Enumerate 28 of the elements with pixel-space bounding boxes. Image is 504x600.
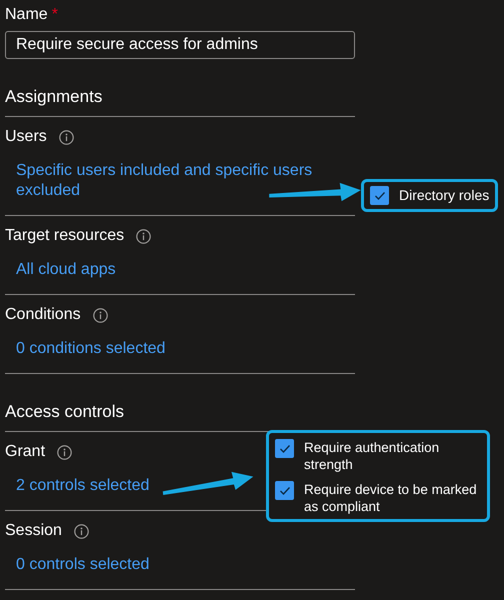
info-icon[interactable] bbox=[74, 524, 89, 538]
field-label: Name bbox=[5, 6, 48, 24]
checkbox-label: Directory roles bbox=[399, 186, 490, 205]
setting-label: Grant bbox=[5, 443, 46, 461]
setting-value-link[interactable]: All cloud apps bbox=[16, 260, 116, 280]
setting-value-link[interactable]: Specific users included and specific users excluded bbox=[16, 161, 326, 201]
setting-label: Users bbox=[5, 128, 47, 146]
checkbox-label: Require device to be marked as compliant bbox=[304, 481, 478, 515]
info-icon[interactable] bbox=[57, 444, 72, 460]
setting-value-link[interactable]: 0 conditions selected bbox=[16, 339, 166, 359]
info-icon[interactable] bbox=[58, 130, 74, 144]
checkmark-icon bbox=[278, 444, 290, 454]
setting-label: Target resources bbox=[5, 227, 124, 245]
required-asterisk: * bbox=[52, 6, 58, 24]
info-icon[interactable] bbox=[136, 228, 152, 244]
setting-value-link[interactable]: 2 controls selected bbox=[16, 476, 150, 496]
checkbox[interactable] bbox=[275, 439, 294, 458]
checkbox[interactable] bbox=[370, 186, 389, 205]
checkbox-label: Require authentication strength bbox=[304, 439, 440, 473]
setting-label: Conditions bbox=[5, 306, 81, 324]
checkmark-icon bbox=[374, 190, 386, 200]
setting-label: Session bbox=[5, 522, 62, 540]
checkmark-icon bbox=[278, 486, 290, 496]
section-heading: Assignments bbox=[5, 85, 355, 117]
checkbox[interactable] bbox=[275, 481, 294, 500]
setting-value-link[interactable]: 0 controls selected bbox=[16, 555, 150, 575]
name-input-field[interactable]: Require secure access for admins bbox=[5, 31, 355, 59]
info-icon[interactable] bbox=[92, 308, 108, 322]
